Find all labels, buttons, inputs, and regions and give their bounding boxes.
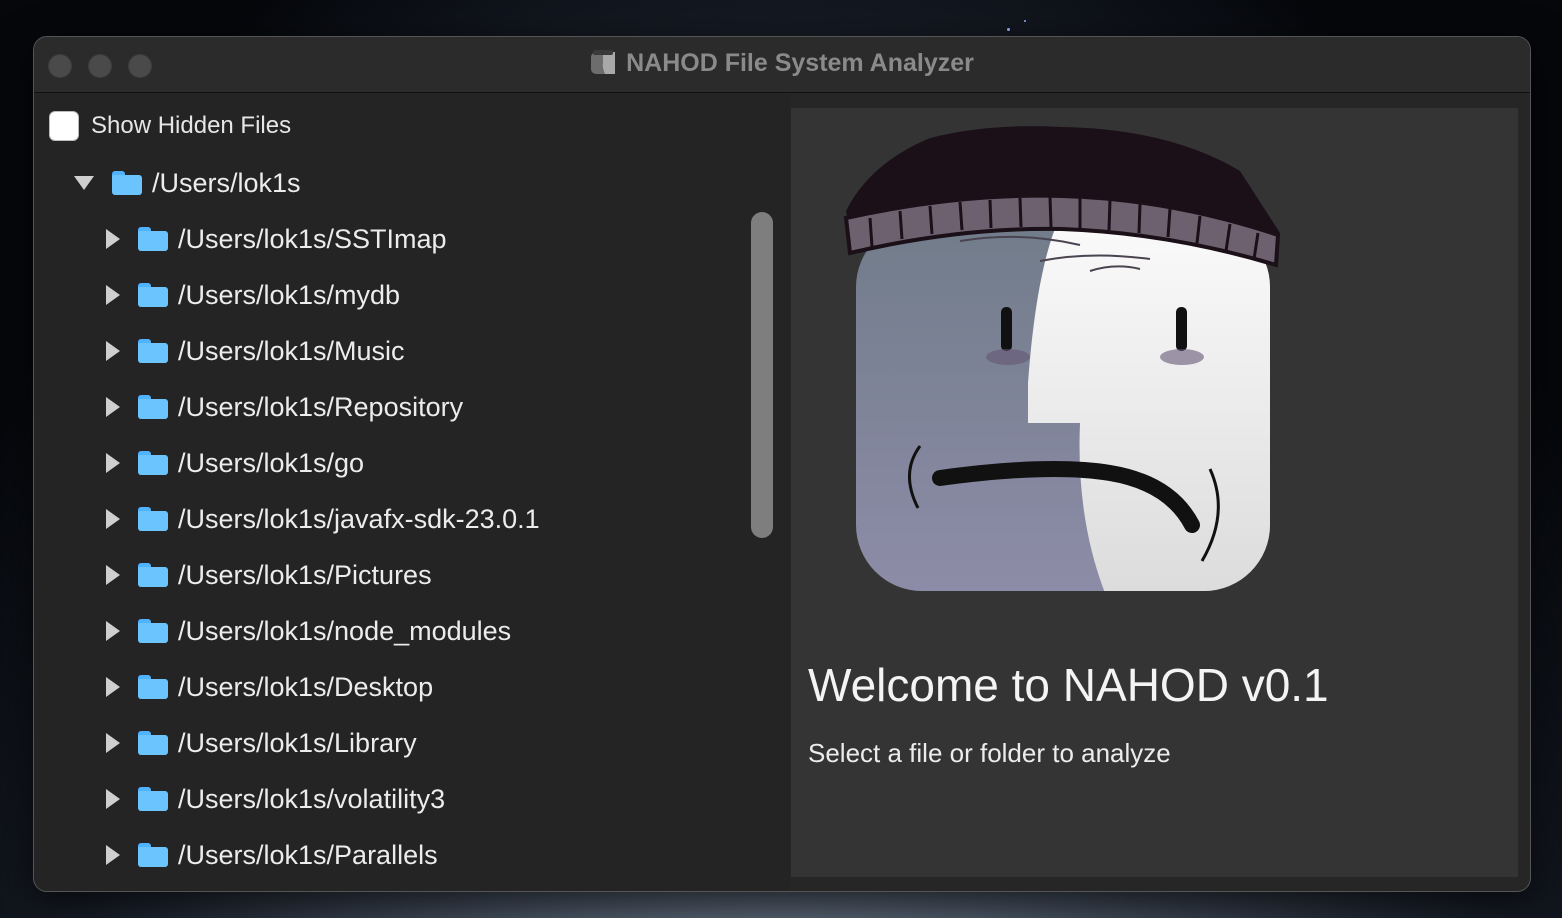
folder-icon xyxy=(138,563,168,587)
show-hidden-files-label: Show Hidden Files xyxy=(91,112,292,139)
tree-item-label: /Users/lok1s/Desktop xyxy=(178,671,434,702)
title-bar[interactable]: NAHOD File System Analyzer xyxy=(34,37,1530,93)
triangle-right-icon[interactable] xyxy=(106,621,120,641)
tree-root-row[interactable]: /Users/lok1s xyxy=(74,155,301,211)
triangle-down-icon[interactable] xyxy=(74,176,94,190)
app-window: NAHOD File System Analyzer Show Hidden F… xyxy=(33,36,1531,892)
triangle-right-icon[interactable] xyxy=(106,677,120,697)
show-hidden-files-checkbox[interactable] xyxy=(49,111,79,141)
folder-icon xyxy=(112,171,142,195)
triangle-right-icon[interactable] xyxy=(106,789,120,809)
tree-root-label: /Users/lok1s xyxy=(152,167,301,198)
triangle-right-icon[interactable] xyxy=(106,453,120,473)
tree-item-label: /Users/lok1s/node_modules xyxy=(178,615,512,646)
tree-item[interactable]: /Users/lok1s/Repository xyxy=(106,379,463,435)
triangle-right-icon[interactable] xyxy=(106,565,120,585)
triangle-right-icon[interactable] xyxy=(106,285,120,305)
details-pane: Welcome to NAHOD v0.1 Select a file or f… xyxy=(791,108,1518,877)
triangle-right-icon[interactable] xyxy=(106,509,120,529)
app-icon xyxy=(590,49,616,75)
window-title-container: NAHOD File System Analyzer xyxy=(34,49,1530,78)
tree-item[interactable]: /Users/lok1s/Parallels xyxy=(106,827,438,883)
background-star xyxy=(1007,28,1010,31)
folder-icon xyxy=(138,507,168,531)
welcome-subtitle: Select a file or folder to analyze xyxy=(808,738,1171,768)
folder-icon xyxy=(138,283,168,307)
folder-icon xyxy=(138,787,168,811)
tree-item-label: /Users/lok1s/Parallels xyxy=(178,839,438,870)
tree-item[interactable]: /Users/lok1s/Desktop xyxy=(106,659,433,715)
folder-icon xyxy=(138,339,168,363)
folder-icon xyxy=(138,227,168,251)
tree-item[interactable]: /Users/lok1s/Pictures xyxy=(106,547,432,603)
folder-icon xyxy=(138,451,168,475)
triangle-right-icon[interactable] xyxy=(106,229,120,249)
nahod-logo-icon xyxy=(840,123,1285,593)
show-hidden-files-toggle[interactable]: Show Hidden Files xyxy=(49,110,291,142)
triangle-right-icon[interactable] xyxy=(106,845,120,865)
folder-icon xyxy=(138,843,168,867)
tree-item-label: /Users/lok1s/Pictures xyxy=(178,559,432,590)
tree-item[interactable]: /Users/lok1s/go xyxy=(106,435,364,491)
triangle-right-icon[interactable] xyxy=(106,397,120,417)
tree-item[interactable]: /Users/lok1s/node_modules xyxy=(106,603,511,659)
tree-item[interactable]: /Users/lok1s/Music xyxy=(106,323,405,379)
tree-item-label: /Users/lok1s/go xyxy=(178,447,365,478)
folder-icon xyxy=(138,675,168,699)
tree-item-label: /Users/lok1s/mydb xyxy=(178,279,401,310)
folder-icon xyxy=(138,731,168,755)
background-star xyxy=(1024,20,1026,22)
tree-item[interactable]: /Users/lok1s/volatility3 xyxy=(106,771,445,827)
tree-item-label: /Users/lok1s/volatility3 xyxy=(178,783,446,814)
tree-item[interactable]: /Users/lok1s/mydb xyxy=(106,267,400,323)
triangle-right-icon[interactable] xyxy=(106,733,120,753)
tree-item[interactable]: /Users/lok1s/Library xyxy=(106,715,417,771)
tree-item-label: /Users/lok1s/Music xyxy=(178,335,405,366)
tree-item[interactable]: /Users/lok1s/SSTImap xyxy=(106,211,447,267)
file-tree-pane: Show Hidden Files /Users/lok1s /Users/lo… xyxy=(34,94,790,891)
tree-item-label: /Users/lok1s/Library xyxy=(178,727,417,758)
triangle-right-icon[interactable] xyxy=(106,341,120,361)
tree-scrollbar-thumb[interactable] xyxy=(751,212,773,538)
folder-icon xyxy=(138,619,168,643)
welcome-heading: Welcome to NAHOD v0.1 xyxy=(808,659,1329,711)
tree-item-label: /Users/lok1s/Repository xyxy=(178,391,464,422)
tree-item-label: /Users/lok1s/SSTImap xyxy=(178,223,447,254)
window-title: NAHOD File System Analyzer xyxy=(626,49,974,77)
tree-item[interactable]: /Users/lok1s/javafx-sdk-23.0.1 xyxy=(106,491,540,547)
folder-icon xyxy=(138,395,168,419)
tree-item-label: /Users/lok1s/javafx-sdk-23.0.1 xyxy=(178,503,540,534)
